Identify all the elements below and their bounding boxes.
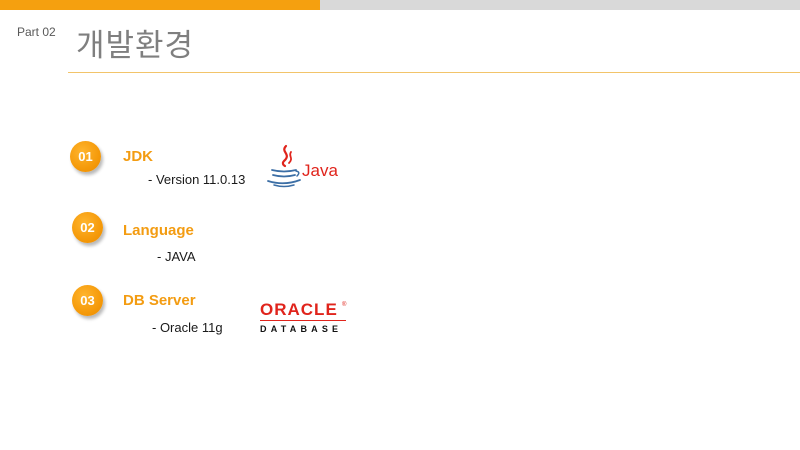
item-title-db-server: DB Server: [123, 292, 196, 309]
oracle-wordmark: ORACLE: [260, 300, 338, 319]
item-number-badge: 03: [72, 285, 103, 316]
top-accent-bar: [0, 0, 320, 10]
item-detail-db-server: - Oracle 11g: [152, 320, 223, 335]
item-detail-jdk: - Version 11.0.13: [148, 172, 246, 187]
oracle-logo-rule: [260, 320, 346, 321]
item-number-badge: 02: [72, 212, 103, 243]
page-title: 개발환경: [76, 28, 195, 64]
top-gray-bar: [320, 0, 800, 10]
item-title-jdk: JDK: [123, 148, 154, 165]
oracle-database-logo-icon: ORACLE ® DATABASE: [258, 300, 350, 338]
java-wordmark: Java: [302, 161, 338, 180]
item-number-badge: 01: [70, 141, 101, 172]
oracle-registered-mark: ®: [342, 302, 347, 308]
part-label: Part 02: [17, 25, 56, 39]
oracle-database-subtitle: DATABASE: [260, 324, 343, 334]
item-detail-language: - JAVA: [157, 249, 196, 264]
title-divider: [68, 72, 800, 73]
java-logo-icon: Java: [267, 144, 338, 188]
item-title-language: Language: [123, 222, 194, 239]
